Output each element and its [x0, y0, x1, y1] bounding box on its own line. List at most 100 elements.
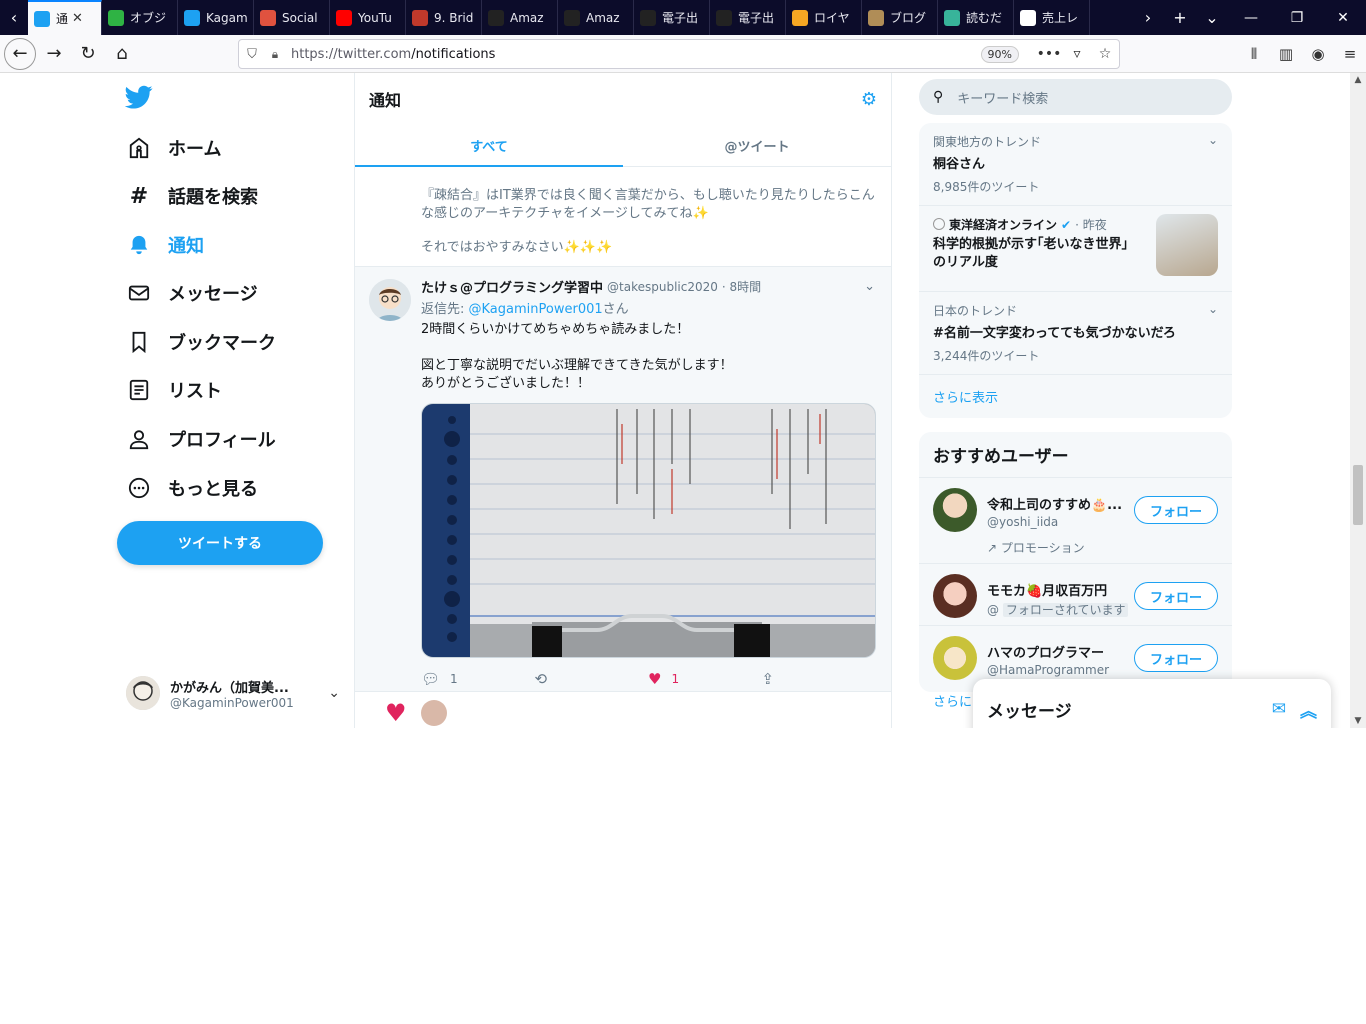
tweet-author-handle[interactable]: @takespublic2020 [607, 280, 718, 294]
browser-tab[interactable]: ブログ [862, 0, 938, 35]
bookmark-star-icon[interactable]: ☆ [1091, 46, 1119, 62]
user-name[interactable]: ハマのプログラマー [987, 642, 1109, 661]
liker-avatar[interactable] [420, 700, 447, 726]
tab-scroll-right-button[interactable]: › [1132, 8, 1164, 27]
minimize-button[interactable]: — [1228, 10, 1274, 26]
browser-tab[interactable]: ロイヤ [786, 0, 862, 35]
share-action[interactable]: ⇪ [762, 670, 876, 688]
search-box[interactable]: ⚲ キーワード検索 [919, 79, 1232, 115]
browser-tab[interactable]: 読むだ [938, 0, 1014, 35]
reply-action[interactable]: 💬︎ 1 [421, 670, 535, 688]
pocket-icon[interactable]: ▿ [1063, 46, 1091, 62]
browser-tab[interactable]: 通 ✕ [28, 0, 102, 35]
suggested-user[interactable]: 令和上司のすすめ🎂... @yoshi_iida ↗ プロモーション フォロー [919, 478, 1232, 564]
tab-list-button[interactable]: ⌄ [1196, 8, 1228, 27]
nav-explore[interactable]: # 話題を検索 [126, 181, 258, 211]
previous-tweet-text[interactable]: 『疎結合』はIT業界では良く聞く言葉だから、もし聴いたり見たりしたらこんな感じの… [355, 167, 891, 267]
forward-button[interactable]: → [38, 38, 70, 70]
lock-icon[interactable]: 🔒︎ [265, 47, 285, 62]
account-icon[interactable]: ◉ [1302, 45, 1334, 63]
nav-notifications[interactable]: 通知 [126, 230, 204, 260]
reply-to-link[interactable]: @KagaminPower001 [469, 302, 603, 317]
share-icon[interactable]: ⇪ [762, 670, 775, 688]
url-bar[interactable]: ⛉ 🔒︎ https://twitter.com/notifications 9… [238, 39, 1120, 69]
back-button[interactable]: ← [4, 37, 36, 70]
browser-tab[interactable]: 電子出 [634, 0, 710, 35]
page-actions-icon[interactable]: ••• [1035, 46, 1063, 62]
trend-item[interactable]: 日本のトレンド #名前一文字変わってても気づかないだろ 3,244件のツイート … [919, 292, 1232, 375]
browser-tab[interactable]: Amaz [558, 0, 634, 35]
nav-home[interactable]: ホーム [126, 133, 221, 163]
page-scrollbar[interactable]: ▲ ▼ [1350, 73, 1366, 728]
scroll-down-icon[interactable]: ▼ [1350, 716, 1366, 726]
chevron-down-icon[interactable]: ⌄ [328, 685, 340, 701]
suggested-user[interactable]: モモカ🍓月収百万円 @ フォローされています フォロー [919, 564, 1232, 626]
follow-button[interactable]: フォロー [1134, 644, 1218, 672]
reload-button[interactable]: ↻ [72, 38, 104, 70]
sidebar-icon[interactable]: ▥ [1270, 45, 1302, 63]
tab-all[interactable]: すべて [355, 125, 623, 167]
tweet-button[interactable]: ツイートする [117, 521, 323, 565]
browser-tab[interactable]: 電子出 [710, 0, 786, 35]
browser-tab[interactable]: Amaz [482, 0, 558, 35]
reply-icon[interactable]: 💬︎ [421, 670, 440, 688]
browser-tab[interactable]: Kagam [178, 0, 254, 35]
nav-profile[interactable]: プロフィール [126, 424, 276, 454]
user-name[interactable]: モモカ🍓月収百万円 [987, 580, 1128, 599]
home-button[interactable]: ⌂ [106, 38, 138, 70]
twitter-logo-icon[interactable] [125, 83, 153, 111]
new-tab-button[interactable]: + [1164, 8, 1196, 27]
user-avatar[interactable] [933, 574, 977, 618]
nav-messages[interactable]: メッセージ [126, 278, 258, 308]
expand-up-icon[interactable]: ︽ [1300, 697, 1317, 722]
nav-bookmarks[interactable]: ブックマーク [126, 327, 276, 357]
nav-more[interactable]: もっと見る [126, 473, 258, 503]
browser-tab-label: Social [282, 10, 318, 25]
show-more-users-link[interactable]: さらに [933, 691, 972, 710]
retweet-icon[interactable]: ⟲ [535, 670, 548, 688]
nav-lists[interactable]: リスト [126, 375, 222, 405]
user-avatar[interactable] [933, 488, 977, 532]
close-tab-icon[interactable]: ✕ [72, 11, 83, 26]
chevron-down-icon[interactable]: ⌄ [1208, 133, 1218, 147]
messages-drawer[interactable]: メッセージ ✉︎ ︽ [973, 679, 1331, 728]
user-name[interactable]: 令和上司のすすめ🎂... [987, 494, 1122, 513]
gear-icon[interactable]: ⚙ [861, 89, 877, 110]
tab-mentions[interactable]: @ツイート [623, 125, 891, 166]
like-notification[interactable]: ♥ [385, 699, 447, 727]
tweet-image[interactable] [421, 403, 876, 658]
tweet-time[interactable]: · 8時間 [722, 278, 761, 295]
retweet-action[interactable]: ⟲ [535, 670, 649, 688]
shield-icon[interactable]: ⛉ [239, 47, 265, 62]
account-switcher[interactable]: かがみん（加賀美... @KagaminPower001 ⌄ [126, 673, 340, 713]
restore-button[interactable]: ❐ [1274, 10, 1320, 26]
chevron-down-icon[interactable]: ⌄ [1208, 302, 1218, 316]
news-item[interactable]: 東洋経済オンライン ✔ · 昨夜 科学的根拠が示す｢老いなき世界｣のリアル度 [919, 206, 1232, 292]
browser-tab[interactable]: YouTu [330, 0, 406, 35]
reply-tweet[interactable]: たけｓ@プログラミング学習中 @takespublic2020 · 8時間 ⌄ … [355, 267, 891, 692]
browser-tab[interactable]: 売上レ [1014, 0, 1090, 35]
user-avatar[interactable] [933, 636, 977, 680]
search-input[interactable]: キーワード検索 [957, 88, 1048, 107]
zoom-level[interactable]: 90% [980, 45, 1019, 63]
tab-scroll-left-button[interactable]: ‹ [0, 0, 28, 35]
trend-item[interactable]: 関東地方のトレンド 桐谷さん 8,985件のツイート ⌄ [919, 123, 1232, 206]
like-action[interactable]: ♥ 1 [648, 670, 762, 688]
follow-button[interactable]: フォロー [1134, 582, 1218, 610]
new-message-icon[interactable]: ✉︎ [1272, 699, 1286, 719]
library-icon[interactable]: ⫴ [1238, 45, 1270, 63]
scroll-up-icon[interactable]: ▲ [1350, 75, 1366, 85]
browser-tab[interactable]: Social [254, 0, 330, 35]
heart-icon[interactable]: ♥ [648, 670, 661, 688]
chevron-down-icon[interactable]: ⌄ [864, 279, 875, 294]
show-more-trends-link[interactable]: さらに表示 [919, 375, 1232, 418]
tweet-author-name[interactable]: たけｓ@プログラミング学習中 [421, 277, 603, 296]
browser-tab[interactable]: オブジ [102, 0, 178, 35]
browser-tab[interactable]: 9. Brid [406, 0, 482, 35]
close-window-button[interactable]: ✕ [1320, 10, 1366, 26]
follow-button[interactable]: フォロー [1134, 496, 1218, 524]
url-text[interactable]: https://twitter.com/notifications [285, 47, 981, 62]
menu-icon[interactable]: ≡ [1334, 45, 1366, 63]
scrollbar-thumb[interactable] [1353, 465, 1363, 525]
tweet-author-avatar[interactable] [369, 279, 411, 321]
